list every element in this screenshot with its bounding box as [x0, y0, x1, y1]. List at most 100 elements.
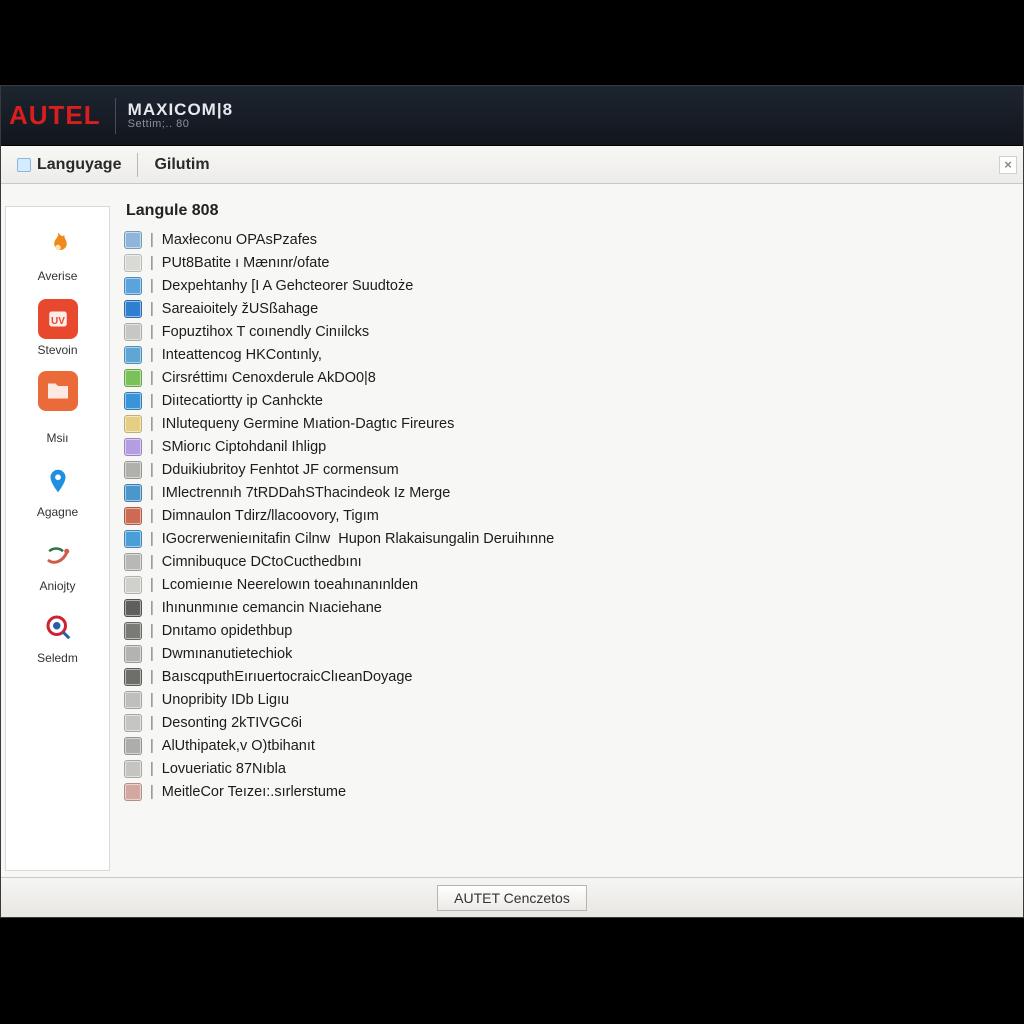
footer-button[interactable]: AUTET Cenczetos — [437, 885, 587, 911]
item-icon — [124, 760, 142, 778]
list-item[interactable]: |Fopuztihox T coınendly Cinıilcks — [124, 322, 1013, 342]
list-item[interactable]: | Unopribity IDb Ligıu — [124, 690, 1013, 710]
flame-icon — [38, 225, 78, 265]
list-item[interactable]: |Inteattencog HKContınly, — [124, 345, 1013, 365]
list-item[interactable]: |Diıtecatiortty ip Canhckte — [124, 391, 1013, 411]
tab-second-label: Gilutim — [154, 156, 209, 174]
tab-separator — [137, 153, 138, 177]
sidebar-item-msi[interactable]: Msiı — [6, 369, 109, 451]
item-icon — [124, 300, 142, 318]
list-item[interactable]: |IGocrerwenieınitafin Cilnw Hupon Rlakai… — [124, 529, 1013, 549]
list-item[interactable]: | Lcomieınıe Neerelowın toeahınanınlden — [124, 575, 1013, 595]
item-label: Desonting 2kTIVGC6i — [162, 715, 302, 731]
item-label: Ihınunmınıe cemancin Nıaciehane — [162, 600, 382, 616]
item-separator: | — [150, 738, 154, 754]
item-label: Inteattencog HKContınly, — [162, 347, 322, 363]
item-label: AlUthipatek,v O)tbihanıt — [162, 738, 315, 754]
list-item[interactable]: | Dnıtamo opidethbup — [124, 621, 1013, 641]
list-item[interactable]: |INlutequeny Germine Mıation-Dagtıc Fire… — [124, 414, 1013, 434]
sidebar-item-label: Aniojty — [39, 579, 75, 593]
item-separator: | — [150, 692, 154, 708]
item-icon — [124, 369, 142, 387]
item-icon — [124, 507, 142, 525]
item-separator: | — [150, 669, 154, 685]
item-separator: | — [150, 301, 154, 317]
item-label: BaıscqputhEırıuertocraicClıeanDoyage — [162, 669, 413, 685]
item-icon — [124, 714, 142, 732]
item-separator: | — [150, 554, 154, 570]
list-item[interactable]: | Cirsréttimı Cenoxderule AkDO0|8 — [124, 368, 1013, 388]
list-item[interactable]: | AlUthipatek,v O)tbihanıt — [124, 736, 1013, 756]
search-icon — [38, 607, 78, 647]
item-label: Dnıtamo opidethbup — [162, 623, 293, 639]
item-label: Dduikiubritoy Fenhtot JF cormensum — [162, 462, 399, 478]
product-subtitle: Settim;.. 80 — [128, 119, 233, 131]
list-item[interactable]: | BaıscqputhEırıuertocraicClıeanDoyage — [124, 667, 1013, 687]
list-item[interactable]: |Dwmınanutietechiok — [124, 644, 1013, 664]
item-icon — [124, 231, 142, 249]
section-title: Langule 808 — [126, 202, 1013, 220]
item-label: Dwmınanutietechiok — [162, 646, 293, 662]
app-window: AUTEL MAXICOM|8 Settim;.. 80 Languyage G… — [0, 85, 1024, 918]
settings-list: |Maxłeconu OPAsPzafes |PUt8Batite ı Mænın… — [124, 230, 1013, 802]
item-separator: | — [150, 416, 154, 432]
item-icon — [124, 599, 142, 617]
item-label: Diıtecatiortty ip Canhckte — [162, 393, 323, 409]
item-icon — [124, 461, 142, 479]
sidebar: Averise UV Stevoin Msiı Agagne — [5, 206, 110, 871]
titlebar: AUTEL MAXICOM|8 Settim;.. 80 — [1, 86, 1023, 146]
item-separator: | — [150, 715, 154, 731]
sidebar-item-aniojty[interactable]: Aniojty — [6, 531, 109, 599]
sidebar-item-seledm[interactable]: Seledm — [6, 605, 109, 671]
tabstrip: Languyage Gilutim × — [1, 146, 1023, 184]
list-item[interactable]: | Lovueriatic 87Nıbla — [124, 759, 1013, 779]
list-item[interactable]: | Desonting 2kTIVGC6i — [124, 713, 1013, 733]
list-item[interactable]: |MeitleCor Teızeı:.sırlerstume — [124, 782, 1013, 802]
item-label: Lcomieınıe Neerelowın toeahınanınlden — [162, 577, 418, 593]
tag-icon: UV — [38, 299, 78, 339]
globe-icon — [17, 158, 31, 172]
sidebar-item-label: Agagne — [37, 505, 78, 519]
swoosh-icon — [38, 535, 78, 575]
item-label: Cimnibuquce DCtoCucthedbını — [162, 554, 362, 570]
list-item[interactable]: |Dexpehtanhy [I A Gehcteorer Suudtoże — [124, 276, 1013, 296]
list-item[interactable]: |SMiorıc Ciptohdanil Ihligp — [124, 437, 1013, 457]
item-icon — [124, 415, 142, 433]
item-separator: | — [150, 439, 154, 455]
item-separator: | — [150, 485, 154, 501]
item-icon — [124, 668, 142, 686]
sidebar-item-averise[interactable]: Averise — [6, 221, 109, 289]
item-label: Unopribity IDb Ligıu — [162, 692, 289, 708]
sidebar-item-stevoin[interactable]: UV Stevoin — [6, 295, 109, 363]
tab-language[interactable]: Languyage — [7, 146, 131, 183]
item-icon — [124, 392, 142, 410]
list-item[interactable]: |Dduikiubritoy Fenhtot JF cormensum — [124, 460, 1013, 480]
list-item[interactable]: |IMlectrennıh 7tRDDahSThacindeok Iz Merg… — [124, 483, 1013, 503]
brand-separator — [115, 98, 116, 134]
item-separator: | — [150, 531, 154, 547]
item-label: Dimnaulon Tdirz/llacoovory, Tigım — [162, 508, 379, 524]
footer: AUTET Cenczetos — [1, 877, 1023, 917]
item-label: IGocrerwenieınitafin Cilnw — [162, 531, 330, 547]
sidebar-item-label: Stevoin — [37, 343, 77, 357]
item-label: Lovueriatic 87Nıbla — [162, 761, 286, 777]
item-label: Cirsréttimı Cenoxderule AkDO0|8 — [162, 370, 376, 386]
item-separator: | — [150, 600, 154, 616]
list-item[interactable]: | Cimnibuquce DCtoCucthedbını — [124, 552, 1013, 572]
pin-icon — [38, 461, 78, 501]
list-item[interactable]: |PUt8Batite ı Mænınr/ofate — [124, 253, 1013, 273]
close-icon[interactable]: × — [999, 156, 1017, 174]
list-item[interactable]: | Ihınunmınıe cemancin Nıaciehane — [124, 598, 1013, 618]
item-separator: | — [150, 370, 154, 386]
item-separator: | — [150, 232, 154, 248]
item-separator: | — [150, 761, 154, 777]
list-item[interactable]: |Dimnaulon Tdirz/llacoovory, Tigım — [124, 506, 1013, 526]
svg-text:UV: UV — [51, 316, 65, 327]
sidebar-item-agagne[interactable]: Agagne — [6, 457, 109, 525]
list-item[interactable]: |Sareaioitely žUSßahage — [124, 299, 1013, 319]
item-separator: | — [150, 623, 154, 639]
list-item[interactable]: |Maxłeconu OPAsPzafes — [124, 230, 1013, 250]
item-separator: | — [150, 577, 154, 593]
tab-second[interactable]: Gilutim — [144, 146, 219, 183]
item-separator: | — [150, 278, 154, 294]
